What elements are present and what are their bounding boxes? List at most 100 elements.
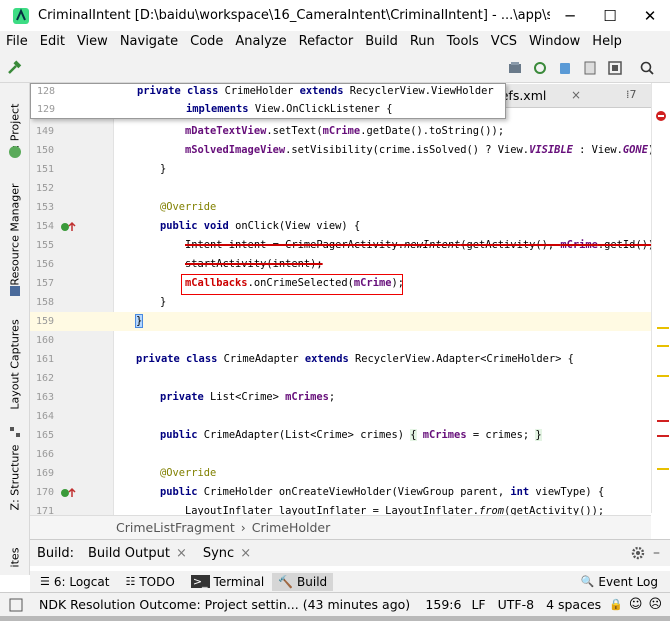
panel-toggle-icon[interactable] [9, 598, 23, 612]
menu-file[interactable]: File [0, 31, 34, 53]
sad-face-icon[interactable]: ☹ [648, 597, 662, 612]
line-number: 157 [35, 278, 54, 289]
ide-window: { "window": { "title": "CriminalIntent [… [0, 0, 670, 621]
menu-code[interactable]: Code [184, 31, 229, 53]
breadcrumb-separator: › [240, 520, 246, 535]
status-bar: NDK Resolution Outcome: Project settin..… [0, 592, 670, 616]
override-marker-icon[interactable] [60, 221, 76, 233]
menu-window[interactable]: Window [523, 31, 586, 53]
device-manager-icon[interactable] [555, 58, 575, 78]
error-indicator-icon[interactable] [655, 110, 667, 122]
todo-tab[interactable]: TODO [139, 575, 174, 589]
menu-navigate[interactable]: Navigate [114, 31, 184, 53]
line-number: 171 [35, 506, 54, 515]
warning-marker[interactable] [657, 375, 669, 377]
line-number: 153 [35, 202, 54, 213]
menu-refactor[interactable]: Refactor [293, 31, 360, 53]
window-title: CriminalIntent [D:\baidu\workspace\16_Ca… [38, 8, 550, 23]
highlight-box [181, 274, 403, 295]
indent-setting[interactable]: 4 spaces [546, 597, 601, 612]
structure-tab[interactable]: Z: Structure [9, 445, 22, 511]
build-label: Build: [37, 545, 75, 561]
line-number: 164 [35, 411, 54, 422]
build-output-tab[interactable]: Build Output [88, 546, 170, 561]
warning-marker[interactable] [657, 345, 669, 347]
line-number: 128 [36, 86, 55, 97]
menu-run[interactable]: Run [404, 31, 441, 53]
left-tool-strip: 1: Project Resource Manager Layout Captu… [0, 83, 30, 575]
hammer-icon[interactable] [4, 58, 24, 78]
android-icon [9, 146, 21, 158]
line-number: 165 [35, 430, 54, 441]
structure-icon [10, 427, 20, 437]
hammer-icon: 🔨 [278, 574, 294, 589]
maximize-button[interactable]: ☐ [590, 0, 630, 31]
android-studio-icon [13, 7, 29, 24]
layout-captures-icon [10, 286, 20, 296]
sdk-manager-icon[interactable] [505, 58, 525, 78]
search-icon[interactable] [637, 58, 657, 78]
layout-captures-tab[interactable]: Layout Captures [9, 319, 22, 409]
code-editor[interactable]: 128 private class CrimeHolder extends Re… [30, 83, 651, 515]
status-message[interactable]: NDK Resolution Outcome: Project settin..… [39, 597, 415, 612]
line-number: 155 [35, 240, 54, 251]
line-number: 161 [35, 354, 54, 365]
gear-icon[interactable] [631, 546, 645, 560]
minimize-panel-icon[interactable]: – [653, 545, 660, 561]
sticky-class-header: 128 private class CrimeHolder extends Re… [30, 83, 506, 119]
caret-position[interactable]: 159:6 [425, 597, 461, 612]
close-icon[interactable]: × [240, 546, 251, 561]
breadcrumb-inner-class[interactable]: CrimeHolder [252, 520, 331, 535]
build-panel-header: Build: Build Output × Sync × – [30, 539, 670, 566]
breadcrumb-class[interactable]: CrimeListFragment [116, 520, 235, 535]
logcat-tab[interactable]: 6: Logcat [54, 575, 110, 589]
menu-view[interactable]: View [71, 31, 114, 53]
menu-bar: File Edit View Navigate Code Analyze Ref… [0, 31, 670, 53]
error-marker[interactable] [657, 420, 669, 422]
menu-help[interactable]: Help [586, 31, 628, 53]
build-tab-label: Build [297, 574, 328, 589]
warning-marker[interactable] [657, 468, 669, 470]
sync-tab[interactable]: Sync [203, 546, 234, 561]
line-number: 152 [35, 183, 54, 194]
line-number: 166 [35, 449, 54, 460]
error-marker[interactable] [657, 435, 669, 437]
implements-marker-icon[interactable] [60, 487, 76, 499]
profiler-icon[interactable] [580, 58, 600, 78]
line-number: 149 [35, 126, 54, 137]
line-number: 150 [35, 145, 54, 156]
build-tab[interactable]: 🔨 Build [272, 572, 334, 591]
resource-manager-tab[interactable]: Resource Manager [9, 183, 22, 285]
line-number: 162 [35, 373, 54, 384]
lock-icon[interactable]: 🔒 [609, 598, 623, 611]
smiley-icon[interactable]: ☺ [629, 597, 643, 612]
file-encoding[interactable]: UTF-8 [498, 597, 534, 612]
menu-edit[interactable]: Edit [34, 31, 71, 53]
favorites-tab[interactable]: ites [9, 548, 22, 568]
terminal-tab[interactable]: Terminal [214, 575, 265, 589]
event-log-tab[interactable]: Event Log [598, 575, 658, 589]
line-number: 163 [35, 392, 54, 403]
todo-icon: ☷ [125, 575, 136, 588]
main-toolbar [0, 53, 670, 83]
line-number: 154 [35, 221, 54, 232]
tool-window-bar: ☰ 6: Logcat ☷ TODO >_ Terminal 🔨 Build 🔍… [30, 571, 670, 592]
title-bar: CriminalIntent [D:\baidu\workspace\16_Ca… [0, 0, 670, 31]
line-number: 158 [35, 297, 54, 308]
sync-gradle-icon[interactable] [530, 58, 550, 78]
event-log-icon: 🔍 [580, 575, 595, 588]
line-separator[interactable]: LF [471, 597, 485, 612]
menu-tools[interactable]: Tools [441, 31, 485, 53]
minimize-button[interactable]: ─ [550, 0, 590, 31]
close-button[interactable]: ✕ [630, 0, 670, 31]
menu-vcs[interactable]: VCS [485, 31, 523, 53]
layout-inspector-icon[interactable] [605, 58, 625, 78]
terminal-icon: >_ [190, 575, 210, 588]
close-icon[interactable]: × [176, 546, 187, 561]
menu-build[interactable]: Build [359, 31, 404, 53]
warning-marker[interactable] [657, 327, 669, 329]
line-number: 151 [35, 164, 54, 175]
menu-analyze[interactable]: Analyze [229, 31, 292, 53]
logcat-icon: ☰ [40, 575, 50, 588]
breadcrumb: CrimeListFragment › CrimeHolder [30, 515, 651, 539]
